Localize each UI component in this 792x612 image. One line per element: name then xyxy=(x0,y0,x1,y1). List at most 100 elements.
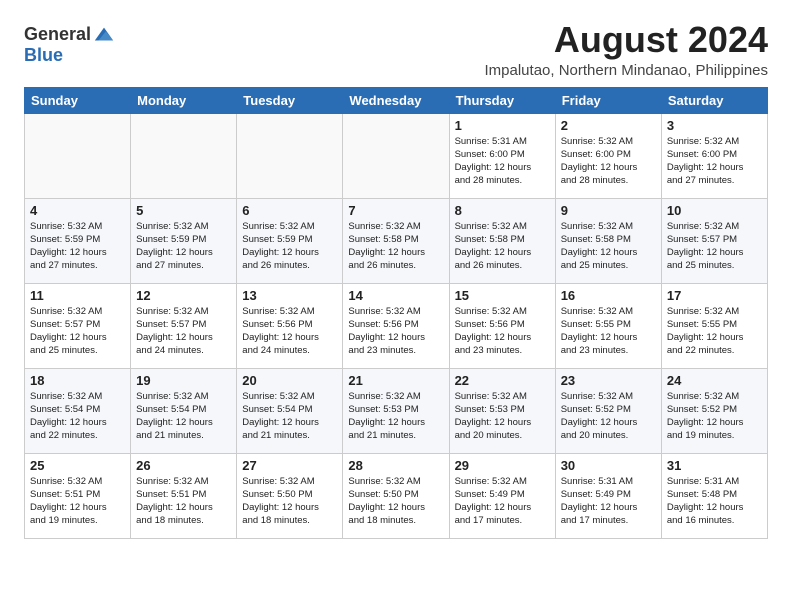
month-year-title: August 2024 xyxy=(485,20,769,60)
calendar-cell: 11 Sunrise: 5:32 AM Sunset: 5:57 PM Dayli… xyxy=(25,283,131,368)
calendar-cell: 16 Sunrise: 5:32 AM Sunset: 5:55 PM Dayli… xyxy=(555,283,661,368)
day-info: Sunrise: 5:31 AM Sunset: 5:48 PM Dayligh… xyxy=(667,475,762,528)
day-number: 12 xyxy=(136,288,231,303)
day-info: Sunrise: 5:32 AM Sunset: 5:58 PM Dayligh… xyxy=(561,220,656,273)
day-number: 29 xyxy=(455,458,550,473)
day-info: Sunrise: 5:32 AM Sunset: 5:55 PM Dayligh… xyxy=(667,305,762,358)
calendar-week-row: 25 Sunrise: 5:32 AM Sunset: 5:51 PM Dayli… xyxy=(25,453,768,538)
day-number: 2 xyxy=(561,118,656,133)
title-area: August 2024 Impalutao, Northern Mindanao… xyxy=(485,20,769,79)
calendar-cell: 26 Sunrise: 5:32 AM Sunset: 5:51 PM Dayli… xyxy=(131,453,237,538)
day-info: Sunrise: 5:32 AM Sunset: 5:56 PM Dayligh… xyxy=(242,305,337,358)
location-subtitle: Impalutao, Northern Mindanao, Philippine… xyxy=(485,62,769,79)
day-number: 1 xyxy=(455,118,550,133)
day-number: 17 xyxy=(667,288,762,303)
day-info: Sunrise: 5:32 AM Sunset: 5:57 PM Dayligh… xyxy=(136,305,231,358)
day-number: 9 xyxy=(561,203,656,218)
day-info: Sunrise: 5:32 AM Sunset: 6:00 PM Dayligh… xyxy=(561,135,656,188)
day-number: 5 xyxy=(136,203,231,218)
calendar-cell: 29 Sunrise: 5:32 AM Sunset: 5:49 PM Dayli… xyxy=(449,453,555,538)
day-info: Sunrise: 5:32 AM Sunset: 5:51 PM Dayligh… xyxy=(136,475,231,528)
weekday-header-thursday: Thursday xyxy=(449,87,555,113)
calendar-cell xyxy=(237,113,343,198)
day-info: Sunrise: 5:32 AM Sunset: 6:00 PM Dayligh… xyxy=(667,135,762,188)
day-number: 24 xyxy=(667,373,762,388)
calendar-cell: 8Sunrise: 5:32 AM Sunset: 5:58 PM Daylig… xyxy=(449,198,555,283)
day-info: Sunrise: 5:32 AM Sunset: 5:54 PM Dayligh… xyxy=(136,390,231,443)
calendar-cell: 14Sunrise: 5:32 AM Sunset: 5:56 PM Dayli… xyxy=(343,283,449,368)
calendar-week-row: 4Sunrise: 5:32 AM Sunset: 5:59 PM Daylig… xyxy=(25,198,768,283)
day-number: 6 xyxy=(242,203,337,218)
calendar-cell: 12 Sunrise: 5:32 AM Sunset: 5:57 PM Dayli… xyxy=(131,283,237,368)
day-info: Sunrise: 5:32 AM Sunset: 5:54 PM Dayligh… xyxy=(30,390,125,443)
day-info: Sunrise: 5:32 AM Sunset: 5:56 PM Dayligh… xyxy=(455,305,550,358)
calendar-cell xyxy=(25,113,131,198)
calendar-cell: 6 Sunrise: 5:32 AM Sunset: 5:59 PM Daylig… xyxy=(237,198,343,283)
weekday-header-friday: Friday xyxy=(555,87,661,113)
calendar-cell: 4Sunrise: 5:32 AM Sunset: 5:59 PM Daylig… xyxy=(25,198,131,283)
calendar-cell: 18Sunrise: 5:32 AM Sunset: 5:54 PM Dayli… xyxy=(25,368,131,453)
day-number: 13 xyxy=(242,288,337,303)
calendar-cell: 25 Sunrise: 5:32 AM Sunset: 5:51 PM Dayli… xyxy=(25,453,131,538)
calendar-table: SundayMondayTuesdayWednesdayThursdayFrid… xyxy=(24,87,768,539)
day-info: Sunrise: 5:32 AM Sunset: 5:57 PM Dayligh… xyxy=(667,220,762,273)
logo: General Blue xyxy=(24,24,115,66)
day-info: Sunrise: 5:32 AM Sunset: 5:53 PM Dayligh… xyxy=(348,390,443,443)
day-number: 3 xyxy=(667,118,762,133)
calendar-cell: 10 Sunrise: 5:32 AM Sunset: 5:57 PM Dayli… xyxy=(661,198,767,283)
day-number: 30 xyxy=(561,458,656,473)
day-info: Sunrise: 5:31 AM Sunset: 5:49 PM Dayligh… xyxy=(561,475,656,528)
weekday-header-wednesday: Wednesday xyxy=(343,87,449,113)
logo-text-blue: Blue xyxy=(24,45,63,65)
day-info: Sunrise: 5:31 AM Sunset: 6:00 PM Dayligh… xyxy=(455,135,550,188)
weekday-header-saturday: Saturday xyxy=(661,87,767,113)
day-number: 10 xyxy=(667,203,762,218)
page-header: General Blue August 2024 Impalutao, Nort… xyxy=(24,20,768,79)
calendar-cell xyxy=(343,113,449,198)
calendar-cell: 30 Sunrise: 5:31 AM Sunset: 5:49 PM Dayli… xyxy=(555,453,661,538)
day-number: 28 xyxy=(348,458,443,473)
weekday-header-row: SundayMondayTuesdayWednesdayThursdayFrid… xyxy=(25,87,768,113)
day-number: 20 xyxy=(242,373,337,388)
calendar-cell: 17 Sunrise: 5:32 AM Sunset: 5:55 PM Dayli… xyxy=(661,283,767,368)
day-info: Sunrise: 5:32 AM Sunset: 5:52 PM Dayligh… xyxy=(667,390,762,443)
day-info: Sunrise: 5:32 AM Sunset: 5:59 PM Dayligh… xyxy=(136,220,231,273)
day-number: 19 xyxy=(136,373,231,388)
calendar-cell: 31 Sunrise: 5:31 AM Sunset: 5:48 PM Dayli… xyxy=(661,453,767,538)
weekday-header-sunday: Sunday xyxy=(25,87,131,113)
logo-text-general: General xyxy=(24,25,91,45)
day-number: 31 xyxy=(667,458,762,473)
logo-icon xyxy=(93,24,115,46)
day-info: Sunrise: 5:32 AM Sunset: 5:50 PM Dayligh… xyxy=(242,475,337,528)
day-info: Sunrise: 5:32 AM Sunset: 5:55 PM Dayligh… xyxy=(561,305,656,358)
day-number: 25 xyxy=(30,458,125,473)
day-info: Sunrise: 5:32 AM Sunset: 5:54 PM Dayligh… xyxy=(242,390,337,443)
day-number: 27 xyxy=(242,458,337,473)
calendar-cell: 28Sunrise: 5:32 AM Sunset: 5:50 PM Dayli… xyxy=(343,453,449,538)
day-number: 11 xyxy=(30,288,125,303)
calendar-cell: 24 Sunrise: 5:32 AM Sunset: 5:52 PM Dayli… xyxy=(661,368,767,453)
calendar-cell: 21Sunrise: 5:32 AM Sunset: 5:53 PM Dayli… xyxy=(343,368,449,453)
calendar-cell: 9 Sunrise: 5:32 AM Sunset: 5:58 PM Daylig… xyxy=(555,198,661,283)
day-info: Sunrise: 5:32 AM Sunset: 5:51 PM Dayligh… xyxy=(30,475,125,528)
calendar-cell: 20 Sunrise: 5:32 AM Sunset: 5:54 PM Dayli… xyxy=(237,368,343,453)
day-info: Sunrise: 5:32 AM Sunset: 5:49 PM Dayligh… xyxy=(455,475,550,528)
day-number: 8 xyxy=(455,203,550,218)
day-number: 7 xyxy=(348,203,443,218)
calendar-week-row: 11 Sunrise: 5:32 AM Sunset: 5:57 PM Dayli… xyxy=(25,283,768,368)
calendar-cell: 5 Sunrise: 5:32 AM Sunset: 5:59 PM Daylig… xyxy=(131,198,237,283)
calendar-cell: 2 Sunrise: 5:32 AM Sunset: 6:00 PM Daylig… xyxy=(555,113,661,198)
calendar-week-row: 18Sunrise: 5:32 AM Sunset: 5:54 PM Dayli… xyxy=(25,368,768,453)
calendar-cell: 13 Sunrise: 5:32 AM Sunset: 5:56 PM Dayli… xyxy=(237,283,343,368)
day-number: 26 xyxy=(136,458,231,473)
weekday-header-tuesday: Tuesday xyxy=(237,87,343,113)
calendar-cell: 22Sunrise: 5:32 AM Sunset: 5:53 PM Dayli… xyxy=(449,368,555,453)
day-number: 14 xyxy=(348,288,443,303)
day-info: Sunrise: 5:32 AM Sunset: 5:59 PM Dayligh… xyxy=(30,220,125,273)
day-info: Sunrise: 5:32 AM Sunset: 5:57 PM Dayligh… xyxy=(30,305,125,358)
day-number: 16 xyxy=(561,288,656,303)
calendar-cell: 1 Sunrise: 5:31 AM Sunset: 6:00 PM Daylig… xyxy=(449,113,555,198)
day-info: Sunrise: 5:32 AM Sunset: 5:58 PM Dayligh… xyxy=(348,220,443,273)
day-info: Sunrise: 5:32 AM Sunset: 5:59 PM Dayligh… xyxy=(242,220,337,273)
calendar-cell: 27 Sunrise: 5:32 AM Sunset: 5:50 PM Dayli… xyxy=(237,453,343,538)
